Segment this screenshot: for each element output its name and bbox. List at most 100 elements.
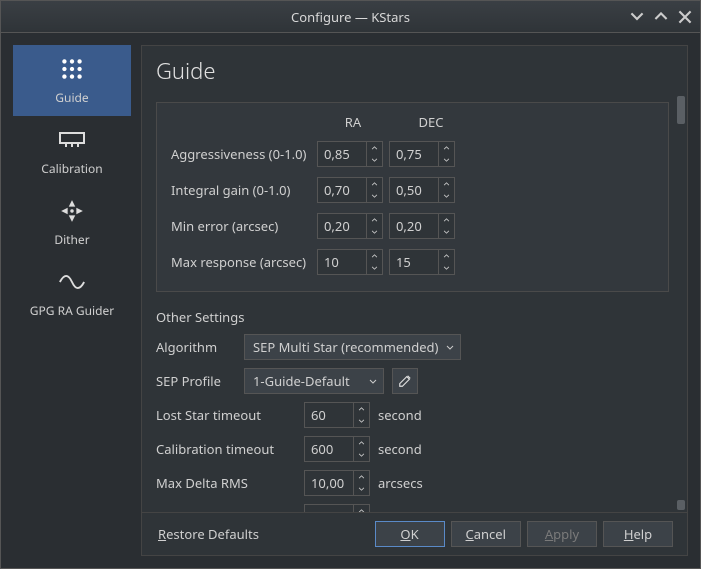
- sidebar-item-label: Guide: [55, 89, 88, 106]
- chevron-down-icon: [446, 345, 454, 350]
- max-response-ra-input[interactable]: [318, 250, 366, 274]
- max-response-dec-spin[interactable]: [389, 249, 455, 275]
- lost-star-input[interactable]: [305, 403, 353, 427]
- scrollbar-thumb-bottom[interactable]: [677, 500, 685, 510]
- spin-up-icon[interactable]: [354, 437, 369, 449]
- integral-gain-dec-input[interactable]: [390, 178, 438, 202]
- label-lost-star: Lost Star timeout: [156, 406, 296, 424]
- aggressiveness-ra-input[interactable]: [318, 142, 366, 166]
- max-multistar-hfr-input[interactable]: [305, 505, 353, 512]
- close-icon[interactable]: [678, 10, 692, 24]
- min-error-ra-spin[interactable]: [317, 213, 383, 239]
- min-error-dec-spin[interactable]: [389, 213, 455, 239]
- label-max-multistar-hfr: Max MultiStar HFR: [156, 508, 296, 512]
- spin-up-icon[interactable]: [367, 142, 382, 154]
- calib-timeout-spin[interactable]: [304, 436, 370, 462]
- row-calib-timeout: Calibration timeout second: [156, 436, 669, 462]
- main-area: Guide Calibration Dither GPG RA Guider: [1, 33, 700, 568]
- integral-gain-dec-spin[interactable]: [389, 177, 455, 203]
- unit-second: second: [378, 440, 422, 458]
- row-sep-profile: SEP Profile 1-Guide-Default: [156, 368, 669, 394]
- spin-down-icon[interactable]: [439, 226, 454, 238]
- label-min-error: Min error (arcsec): [171, 217, 311, 235]
- label-integral-gain: Integral gain (0-1.0): [171, 181, 311, 199]
- row-min-error: Min error (arcsec): [171, 213, 654, 239]
- spin-down-icon[interactable]: [367, 262, 382, 274]
- spin-down-icon[interactable]: [354, 483, 369, 495]
- configure-window: Configure — KStars Guide Calibration: [0, 0, 701, 569]
- apply-button[interactable]: Apply: [527, 521, 597, 547]
- spin-up-icon[interactable]: [439, 250, 454, 262]
- min-error-ra-input[interactable]: [318, 214, 366, 238]
- spin-up-icon[interactable]: [367, 178, 382, 190]
- row-integral-gain: Integral gain (0-1.0): [171, 177, 654, 203]
- integral-gain-ra-spin[interactable]: [317, 177, 383, 203]
- other-settings-group: Algorithm SEP Multi Star (recommended) S…: [156, 334, 669, 512]
- maximize-icon[interactable]: [654, 10, 668, 24]
- max-response-dec-input[interactable]: [390, 250, 438, 274]
- aggressiveness-dec-spin[interactable]: [389, 141, 455, 167]
- pencil-icon: [398, 374, 412, 388]
- restore-defaults-button[interactable]: Restore Defaults: [156, 521, 261, 547]
- aggressiveness-dec-input[interactable]: [390, 142, 438, 166]
- spin-down-icon[interactable]: [354, 449, 369, 461]
- algorithm-value: SEP Multi Star (recommended): [253, 338, 438, 356]
- spin-down-icon[interactable]: [354, 415, 369, 427]
- spin-up-icon[interactable]: [367, 250, 382, 262]
- spin-down-icon[interactable]: [439, 190, 454, 202]
- max-delta-rms-spin[interactable]: [304, 470, 370, 496]
- algorithm-combo[interactable]: SEP Multi Star (recommended): [244, 334, 461, 360]
- row-max-response: Max response (arcsec): [171, 249, 654, 275]
- sidebar-item-gpg[interactable]: GPG RA Guider: [13, 258, 131, 329]
- spin-up-icon[interactable]: [367, 214, 382, 226]
- spin-up-icon[interactable]: [354, 505, 369, 512]
- spin-up-icon[interactable]: [439, 214, 454, 226]
- help-button[interactable]: Help: [603, 521, 673, 547]
- spin-down-icon[interactable]: [439, 262, 454, 274]
- column-headers: RA DEC: [171, 113, 654, 131]
- aggressiveness-ra-spin[interactable]: [317, 141, 383, 167]
- sidebar-item-label: GPG RA Guider: [30, 302, 114, 319]
- page-title: Guide: [142, 46, 687, 94]
- titlebar-controls: [630, 10, 692, 24]
- edit-profile-button[interactable]: [392, 368, 418, 394]
- sidebar-item-guide[interactable]: Guide: [13, 45, 131, 116]
- scrollbar[interactable]: [675, 94, 687, 512]
- sep-profile-combo[interactable]: 1-Guide-Default: [244, 368, 384, 394]
- sidebar-item-calibration[interactable]: Calibration: [13, 116, 131, 187]
- cancel-button[interactable]: Cancel: [451, 521, 521, 547]
- row-algorithm: Algorithm SEP Multi Star (recommended): [156, 334, 669, 360]
- row-lost-star: Lost Star timeout second: [156, 402, 669, 428]
- ok-button[interactable]: OK: [375, 521, 445, 547]
- titlebar: Configure — KStars: [1, 1, 700, 33]
- spin-up-icon[interactable]: [354, 471, 369, 483]
- dither-icon: [58, 197, 86, 225]
- max-response-ra-spin[interactable]: [317, 249, 383, 275]
- label-max-delta-rms: Max Delta RMS: [156, 474, 296, 492]
- integral-gain-ra-input[interactable]: [318, 178, 366, 202]
- spin-up-icon[interactable]: [439, 142, 454, 154]
- label-sep-profile: SEP Profile: [156, 372, 236, 390]
- chevron-down-icon: [369, 379, 377, 384]
- spin-up-icon[interactable]: [354, 403, 369, 415]
- spin-down-icon[interactable]: [439, 154, 454, 166]
- sidebar-item-label: Calibration: [41, 160, 102, 177]
- max-delta-rms-input[interactable]: [305, 471, 353, 495]
- minimize-icon[interactable]: [630, 10, 644, 24]
- min-error-dec-input[interactable]: [390, 214, 438, 238]
- lost-star-spin[interactable]: [304, 402, 370, 428]
- spin-down-icon[interactable]: [367, 190, 382, 202]
- sidebar-item-dither[interactable]: Dither: [13, 187, 131, 258]
- label-aggressiveness: Aggressiveness (0-1.0): [171, 145, 311, 163]
- spin-up-icon[interactable]: [439, 178, 454, 190]
- spin-down-icon[interactable]: [367, 154, 382, 166]
- sidebar-item-label: Dither: [54, 231, 89, 248]
- unit-arcsecs: arcsecs: [378, 474, 423, 492]
- scrollbar-thumb[interactable]: [677, 96, 685, 124]
- spin-down-icon[interactable]: [367, 226, 382, 238]
- content-panel: Guide RA DEC Aggressiveness (0-1.0): [141, 45, 688, 556]
- calib-timeout-input[interactable]: [305, 437, 353, 461]
- max-multistar-hfr-spin[interactable]: [304, 504, 370, 512]
- unit-second: second: [378, 406, 422, 424]
- label-calib-timeout: Calibration timeout: [156, 440, 296, 458]
